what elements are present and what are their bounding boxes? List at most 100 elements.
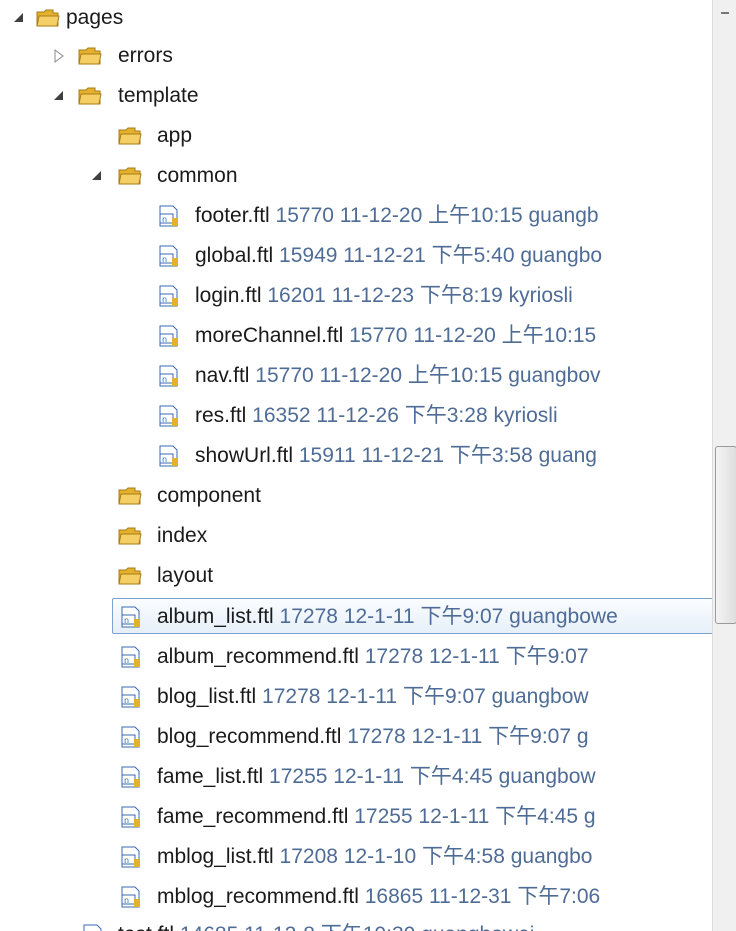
svg-text:n: n [124, 896, 129, 905]
tree-item-label: layout [157, 564, 214, 587]
file-meta: 17278 12-1-11 下午9:07 guangbowe [273, 605, 618, 628]
expanded-triangle-icon[interactable] [90, 169, 104, 183]
svg-text:n: n [124, 696, 129, 705]
svg-text:n: n [124, 816, 129, 825]
tree-item-label: component [157, 484, 261, 507]
folder-icon [36, 7, 60, 29]
file-meta: 15770 11-12-20 上午10:15 guangbov [249, 364, 601, 387]
scrollbar-arrow-icon[interactable] [721, 12, 729, 14]
svg-text:n: n [162, 335, 167, 344]
tree-item-label: errors [118, 44, 173, 67]
tree-item-mblog-list-ftl[interactable]: n mblog_list.ftl 17208 12-1-10 下午4:58 gu… [0, 837, 712, 877]
svg-text:n: n [162, 415, 167, 424]
svg-text:n: n [124, 736, 129, 745]
ftl-file-icon: n [118, 766, 142, 788]
file-meta: 17255 12-1-11 下午4:45 g [348, 805, 596, 828]
ftl-file-icon: n [156, 445, 180, 467]
expanded-triangle-icon[interactable] [12, 11, 26, 25]
scrollbar-thumb[interactable] [715, 446, 736, 624]
file-name: blog_list.ftl [157, 685, 257, 708]
collapsed-triangle-icon[interactable] [52, 49, 66, 63]
file-name: test.ftl [118, 923, 174, 931]
ftl-file-icon: n [118, 726, 142, 748]
svg-text:n: n [162, 375, 167, 384]
project-tree: pages errors template app common n foote… [0, 0, 712, 931]
folder-icon [78, 45, 102, 67]
svg-text:n: n [162, 215, 167, 224]
tree-item-test-ftl[interactable]: n test.ftl 14685 11-12-8 下午10:30 guangbo… [0, 915, 712, 931]
folder-icon [118, 165, 142, 187]
vertical-scrollbar[interactable] [712, 0, 736, 931]
tree-item-pages[interactable]: pages [0, 0, 712, 38]
tree-item-layout[interactable]: layout [0, 556, 712, 596]
svg-text:n: n [162, 295, 167, 304]
ftl-file-icon: n [118, 846, 142, 868]
ftl-file-icon: n [118, 886, 142, 908]
tree-item-nav-ftl[interactable]: n nav.ftl 15770 11-12-20 上午10:15 guangbo… [0, 356, 712, 396]
ftl-file-icon: n [80, 924, 104, 931]
tree-item-component[interactable]: component [0, 476, 712, 516]
tree-item-label: pages [66, 6, 124, 29]
file-meta: 15949 11-12-21 下午5:40 guangbo [273, 244, 603, 267]
file-meta: 16352 11-12-26 下午3:28 kyriosli [246, 404, 558, 427]
file-meta: 14685 11-12-8 下午10:30 guangbowei [174, 923, 535, 931]
folder-icon [118, 125, 142, 147]
tree-item-album-recommend-ftl[interactable]: n album_recommend.ftl 17278 12-1-11 下午9:… [0, 637, 712, 677]
folder-icon [118, 525, 142, 547]
file-name: login.ftl [195, 284, 262, 307]
ftl-file-icon: n [156, 245, 180, 267]
tree-item-label: app [157, 124, 193, 147]
tree-item-blog-list-ftl[interactable]: n blog_list.ftl 17278 12-1-11 下午9:07 gua… [0, 677, 712, 717]
tree-item-label: index [157, 524, 208, 547]
tree-item-morechannel-ftl[interactable]: n moreChannel.ftl 15770 11-12-20 上午10:15 [0, 316, 712, 356]
tree-item-footer-ftl[interactable]: n footer.ftl 15770 11-12-20 上午10:15 guan… [0, 196, 712, 236]
tree-item-album-list-ftl[interactable]: n album_list.ftl 17278 12-1-11 下午9:07 gu… [0, 597, 712, 637]
ftl-file-icon: n [156, 205, 180, 227]
tree-item-app[interactable]: app [0, 116, 712, 156]
file-meta: 17278 12-1-11 下午9:07 guangbow [256, 685, 589, 708]
tree-item-res-ftl[interactable]: n res.ftl 16352 11-12-26 下午3:28 kyriosli [0, 396, 712, 436]
tree-item-fame-list-ftl[interactable]: n fame_list.ftl 17255 12-1-11 下午4:45 gua… [0, 757, 712, 797]
tree-item-common[interactable]: common [0, 156, 712, 196]
svg-text:n: n [124, 656, 129, 665]
file-name: album_recommend.ftl [157, 645, 359, 668]
tree-item-login-ftl[interactable]: n login.ftl 16201 11-12-23 下午8:19 kyrios… [0, 276, 712, 316]
file-name: moreChannel.ftl [195, 324, 344, 347]
file-meta: 15911 11-12-21 下午3:58 guang [293, 444, 597, 467]
tree-item-label: template [118, 84, 199, 107]
file-name: global.ftl [195, 244, 274, 267]
file-name: footer.ftl [195, 204, 270, 227]
tree-item-blog-recommend-ftl[interactable]: n blog_recommend.ftl 17278 12-1-11 下午9:0… [0, 717, 712, 757]
tree-item-mblog-recommend-ftl[interactable]: n mblog_recommend.ftl 16865 11-12-31 下午7… [0, 877, 712, 917]
file-meta: 16201 11-12-23 下午8:19 kyriosli [261, 284, 573, 307]
ftl-file-icon: n [156, 325, 180, 347]
ftl-file-icon: n [156, 285, 180, 307]
file-name: nav.ftl [195, 364, 250, 387]
file-name: fame_recommend.ftl [157, 805, 349, 828]
file-name: blog_recommend.ftl [157, 725, 342, 748]
file-meta: 17278 12-1-11 下午9:07 [358, 645, 589, 668]
tree-item-template[interactable]: template [0, 76, 712, 116]
file-meta: 15770 11-12-20 上午10:15 [343, 324, 597, 347]
file-meta: 16865 11-12-31 下午7:06 [358, 885, 601, 908]
file-meta: 17278 12-1-11 下午9:07 g [341, 725, 589, 748]
file-name: mblog_recommend.ftl [157, 885, 359, 908]
file-name: album_list.ftl [157, 605, 274, 628]
svg-text:n: n [124, 776, 129, 785]
file-name: fame_list.ftl [157, 765, 264, 788]
ftl-file-icon: n [118, 806, 142, 828]
tree-item-fame-recommend-ftl[interactable]: n fame_recommend.ftl 17255 12-1-11 下午4:4… [0, 797, 712, 837]
ftl-file-icon: n [118, 606, 142, 628]
ftl-file-icon: n [156, 405, 180, 427]
folder-icon [118, 485, 142, 507]
folder-icon [78, 85, 102, 107]
tree-item-index[interactable]: index [0, 516, 712, 556]
expanded-triangle-icon[interactable] [52, 89, 66, 103]
tree-item-showurl-ftl[interactable]: n showUrl.ftl 15911 11-12-21 下午3:58 guan… [0, 436, 712, 476]
svg-text:n: n [162, 455, 167, 464]
tree-item-errors[interactable]: errors [0, 36, 712, 76]
ftl-file-icon: n [118, 686, 142, 708]
svg-text:n: n [124, 616, 129, 625]
tree-item-global-ftl[interactable]: n global.ftl 15949 11-12-21 下午5:40 guang… [0, 236, 712, 276]
ftl-file-icon: n [118, 646, 142, 668]
